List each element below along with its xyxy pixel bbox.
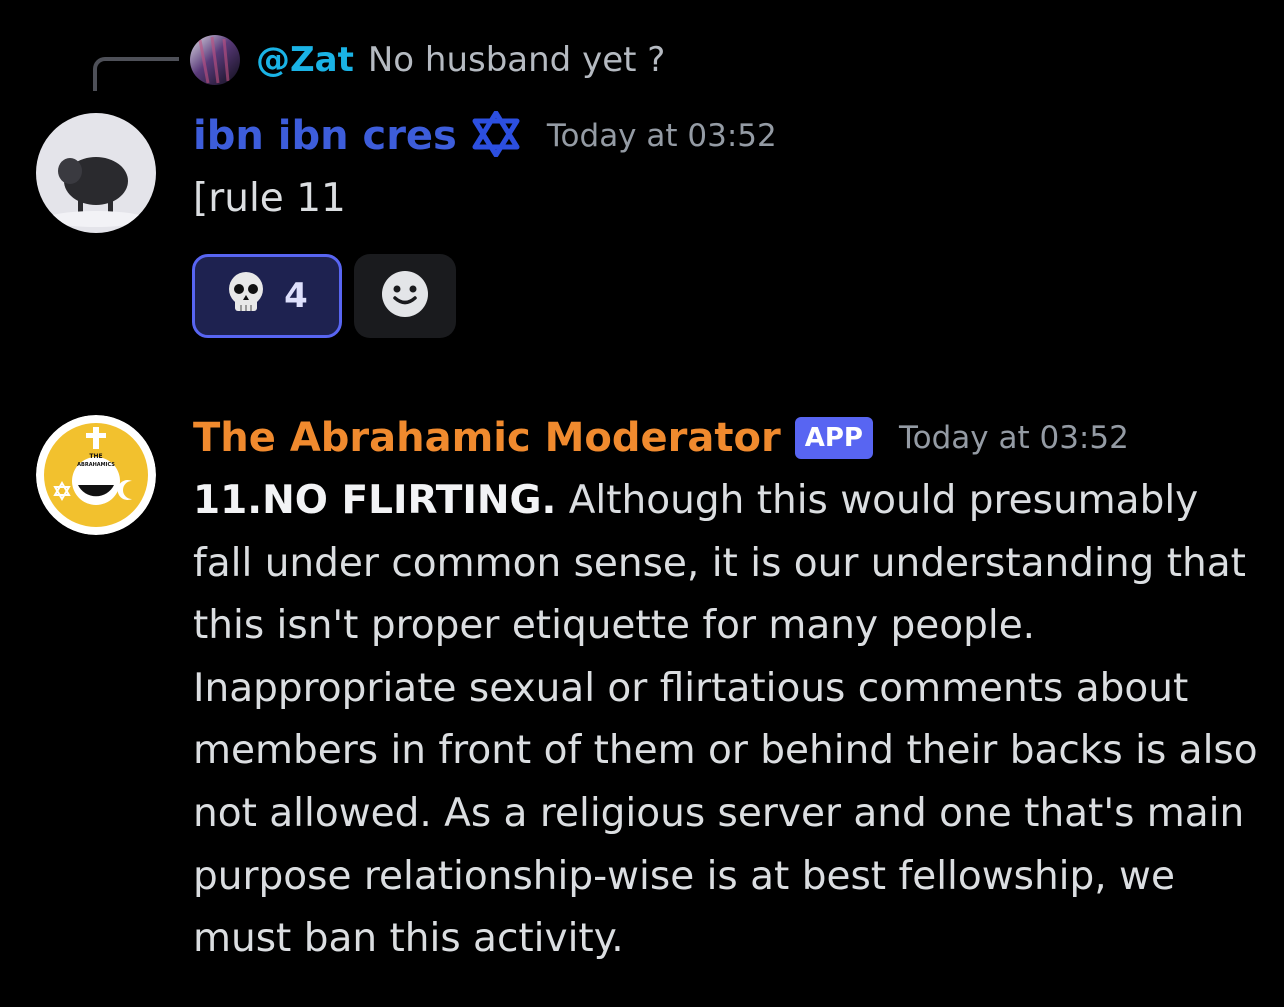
reaction-skull[interactable]: 4 <box>192 254 342 338</box>
reply-author[interactable]: @Zat <box>256 40 354 80</box>
message-header: ibn ibn cres Today at 03:52 <box>193 106 777 166</box>
message-body: [rule 11 <box>193 176 346 221</box>
svg-text:ABRAHAMICS: ABRAHAMICS <box>77 462 115 468</box>
reaction-count: 4 <box>284 276 308 316</box>
bot-author[interactable]: The Abrahamic Moderator <box>193 415 781 461</box>
bot-timestamp: Today at 03:52 <box>898 420 1129 456</box>
reply-avatar[interactable] <box>190 35 240 85</box>
reply-text[interactable]: No husband yet ? <box>368 40 665 80</box>
reply-spine <box>93 57 179 91</box>
skull-emoji <box>226 271 266 322</box>
bot-avatar[interactable]: THE ABRAHAMICS <box>36 415 156 535</box>
smiley-face-icon <box>380 269 430 323</box>
add-reaction-button[interactable] <box>354 254 456 338</box>
star-of-david-icon <box>471 110 521 161</box>
rule-message: 11.NO FLIRTING. Although this would pres… <box>193 470 1263 971</box>
svg-text:THE: THE <box>89 453 102 460</box>
avatar[interactable] <box>36 113 156 233</box>
app-badge: APP <box>794 417 873 459</box>
rule-heading: 11.NO FLIRTING. <box>193 478 557 523</box>
message-author[interactable]: ibn ibn cres <box>193 113 457 159</box>
reaction-bar: 4 <box>192 254 456 338</box>
bot-message-header: The Abrahamic Moderator APP Today at 03:… <box>193 408 1129 468</box>
rule-body: Although this would presumably fall unde… <box>193 478 1258 962</box>
message-timestamp: Today at 03:52 <box>546 118 777 154</box>
reply-preview[interactable]: @Zat No husband yet ? <box>190 32 665 88</box>
